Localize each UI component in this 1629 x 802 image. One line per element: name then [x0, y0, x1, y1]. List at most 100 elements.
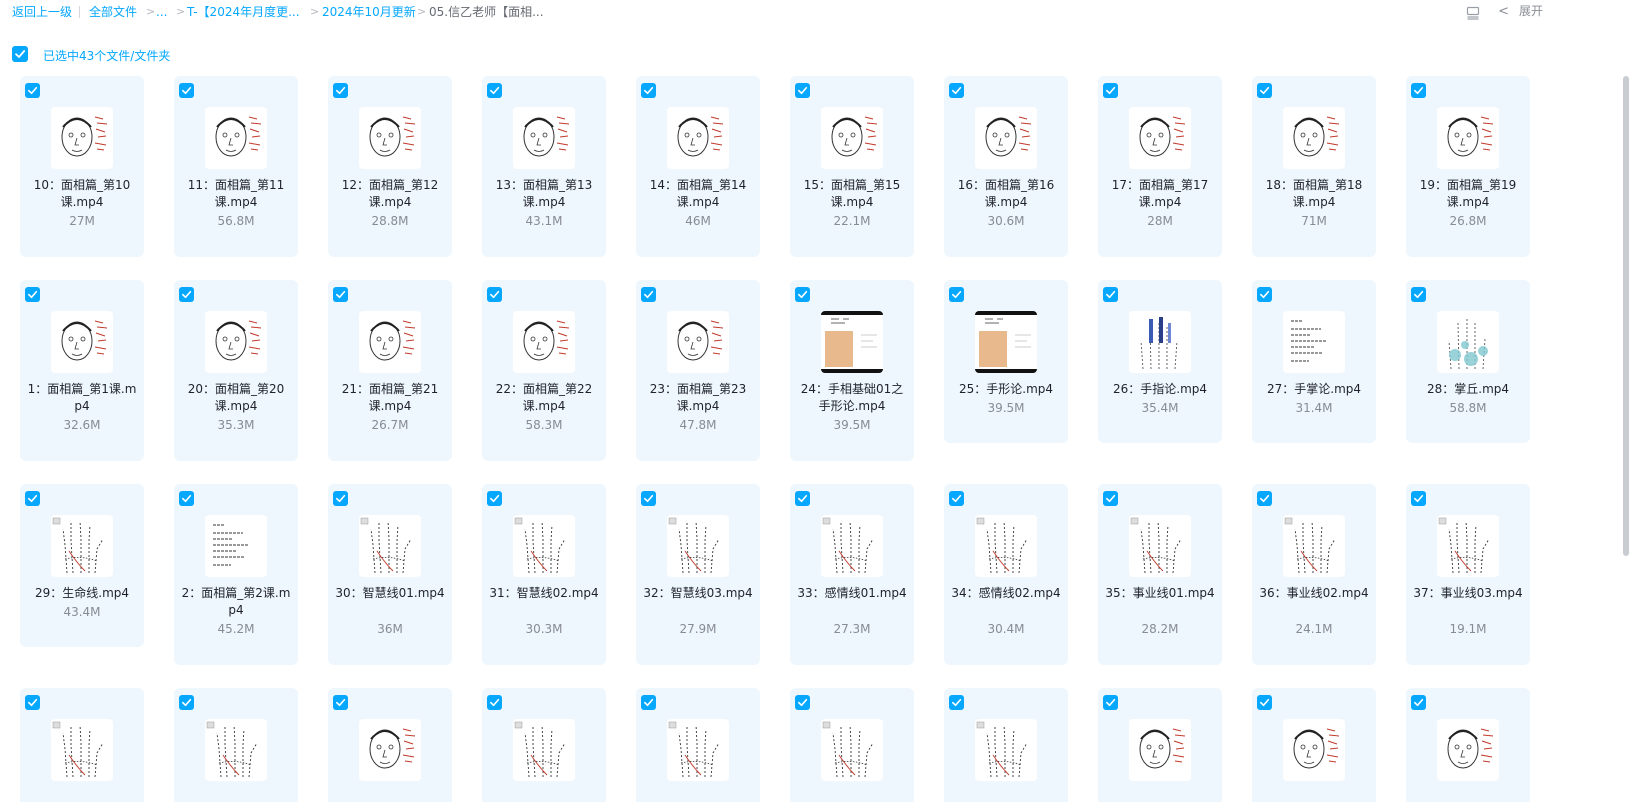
- file-card[interactable]: [328, 688, 452, 802]
- file-checkbox[interactable]: [179, 695, 194, 710]
- file-name: 12：面相篇_第12课.mp4: [341, 178, 439, 209]
- breadcrumb-separator: >: [417, 5, 427, 18]
- file-checkbox[interactable]: [333, 695, 348, 710]
- file-card[interactable]: [944, 688, 1068, 802]
- video-thumbnail: [975, 107, 1037, 169]
- file-card[interactable]: 35：事业线01.mp4 28.2M: [1098, 484, 1222, 665]
- file-checkbox[interactable]: [641, 491, 656, 506]
- file-checkbox[interactable]: [487, 491, 502, 506]
- file-card[interactable]: 10：面相篇_第10课.mp4 27M: [20, 76, 144, 257]
- file-checkbox[interactable]: [487, 287, 502, 302]
- file-card[interactable]: 24：手相基础01之手形论.mp4 39.5M: [790, 280, 914, 461]
- file-size: 30.6M: [987, 214, 1025, 228]
- file-checkbox[interactable]: [1257, 287, 1272, 302]
- file-card[interactable]: [636, 688, 760, 802]
- file-checkbox[interactable]: [487, 83, 502, 98]
- file-card[interactable]: 18：面相篇_第18课.mp4 71M: [1252, 76, 1376, 257]
- video-thumbnail: [1283, 107, 1345, 169]
- file-name: 19：面相篇_第19课.mp4: [1419, 178, 1517, 209]
- file-checkbox[interactable]: [795, 287, 810, 302]
- file-card[interactable]: 20：面相篇_第20课.mp4 35.3M: [174, 280, 298, 461]
- file-card[interactable]: 12：面相篇_第12课.mp4 28.8M: [328, 76, 452, 257]
- file-card[interactable]: [20, 688, 144, 802]
- file-card[interactable]: 25：手形论.mp4 39.5M: [944, 280, 1068, 443]
- file-card[interactable]: [1098, 688, 1222, 802]
- file-checkbox[interactable]: [1257, 491, 1272, 506]
- file-card[interactable]: 15：面相篇_第15课.mp4 22.1M: [790, 76, 914, 257]
- file-checkbox[interactable]: [641, 695, 656, 710]
- scrollbar[interactable]: [1623, 76, 1629, 556]
- file-card[interactable]: [1252, 688, 1376, 802]
- file-checkbox[interactable]: [641, 287, 656, 302]
- file-card[interactable]: 31：智慧线02.mp4 30.3M: [482, 484, 606, 665]
- file-card[interactable]: 30：智慧线01.mp4 36M: [328, 484, 452, 665]
- file-checkbox[interactable]: [949, 287, 964, 302]
- file-checkbox[interactable]: [1411, 83, 1426, 98]
- file-card[interactable]: [174, 688, 298, 802]
- file-checkbox[interactable]: [949, 491, 964, 506]
- file-checkbox[interactable]: [1103, 491, 1118, 506]
- select-all-checkbox[interactable]: [12, 46, 28, 62]
- file-size: 27.9M: [679, 622, 717, 636]
- file-card[interactable]: 36：事业线02.mp4 24.1M: [1252, 484, 1376, 665]
- file-checkbox[interactable]: [641, 83, 656, 98]
- file-card[interactable]: 1：面相篇_第1课.mp4 32.6M: [20, 280, 144, 461]
- file-card[interactable]: 22：面相篇_第22课.mp4 58.3M: [482, 280, 606, 461]
- file-card[interactable]: 26：手指论.mp4 35.4M: [1098, 280, 1222, 443]
- file-checkbox[interactable]: [949, 83, 964, 98]
- file-checkbox[interactable]: [1103, 695, 1118, 710]
- file-checkbox[interactable]: [795, 83, 810, 98]
- file-card[interactable]: 23：面相篇_第23课.mp4 47.8M: [636, 280, 760, 461]
- back-link[interactable]: 返回上一级: [12, 4, 72, 20]
- file-checkbox[interactable]: [25, 491, 40, 506]
- file-checkbox[interactable]: [179, 491, 194, 506]
- file-card[interactable]: 19：面相篇_第19课.mp4 26.8M: [1406, 76, 1530, 257]
- file-card[interactable]: 2：面相篇_第2课.mp4 45.2M: [174, 484, 298, 665]
- video-thumbnail: [1437, 719, 1499, 781]
- file-checkbox[interactable]: [1257, 83, 1272, 98]
- file-checkbox[interactable]: [179, 287, 194, 302]
- file-card[interactable]: 13：面相篇_第13课.mp4 43.1M: [482, 76, 606, 257]
- file-checkbox[interactable]: [25, 83, 40, 98]
- video-thumbnail: [1283, 311, 1345, 373]
- video-thumbnail: [667, 515, 729, 577]
- file-checkbox[interactable]: [795, 695, 810, 710]
- file-checkbox[interactable]: [1411, 491, 1426, 506]
- file-checkbox[interactable]: [25, 695, 40, 710]
- video-thumbnail: [975, 515, 1037, 577]
- file-card[interactable]: [482, 688, 606, 802]
- file-checkbox[interactable]: [333, 491, 348, 506]
- file-card[interactable]: 16：面相篇_第16课.mp4 30.6M: [944, 76, 1068, 257]
- breadcrumb-folder-october[interactable]: 2024年10月更新: [322, 4, 416, 20]
- file-card[interactable]: 11：面相篇_第11课.mp4 56.8M: [174, 76, 298, 257]
- file-card[interactable]: 32：智慧线03.mp4 27.9M: [636, 484, 760, 665]
- file-checkbox[interactable]: [795, 491, 810, 506]
- file-checkbox[interactable]: [179, 83, 194, 98]
- file-card[interactable]: 27：手掌论.mp4 31.4M: [1252, 280, 1376, 443]
- file-checkbox[interactable]: [487, 695, 502, 710]
- file-card[interactable]: 29：生命线.mp4 43.4M: [20, 484, 144, 647]
- file-checkbox[interactable]: [1257, 695, 1272, 710]
- file-checkbox[interactable]: [1411, 287, 1426, 302]
- file-card[interactable]: 14：面相篇_第14课.mp4 46M: [636, 76, 760, 257]
- file-checkbox[interactable]: [25, 287, 40, 302]
- file-checkbox[interactable]: [1103, 83, 1118, 98]
- file-card[interactable]: 33：感情线01.mp4 27.3M: [790, 484, 914, 665]
- breadcrumb-folder-monthly[interactable]: T-【2024年月度更...: [187, 4, 300, 20]
- file-checkbox[interactable]: [949, 695, 964, 710]
- expand-button[interactable]: < 展开: [1498, 3, 1543, 20]
- file-card[interactable]: [790, 688, 914, 802]
- file-checkbox[interactable]: [1103, 287, 1118, 302]
- breadcrumb-all-files[interactable]: 全部文件: [89, 4, 137, 20]
- file-card[interactable]: [1406, 688, 1530, 802]
- file-card[interactable]: 37：事业线03.mp4 19.1M: [1406, 484, 1530, 665]
- file-card[interactable]: 17：面相篇_第17课.mp4 28M: [1098, 76, 1222, 257]
- list-view-icon[interactable]: [1466, 5, 1480, 20]
- file-card[interactable]: 21：面相篇_第21课.mp4 26.7M: [328, 280, 452, 461]
- file-card[interactable]: 34：感情线02.mp4 30.4M: [944, 484, 1068, 665]
- file-card[interactable]: 28：掌丘.mp4 58.8M: [1406, 280, 1530, 443]
- file-checkbox[interactable]: [333, 83, 348, 98]
- file-checkbox[interactable]: [1411, 695, 1426, 710]
- file-checkbox[interactable]: [333, 287, 348, 302]
- breadcrumb-ellipsis[interactable]: ...: [156, 4, 167, 20]
